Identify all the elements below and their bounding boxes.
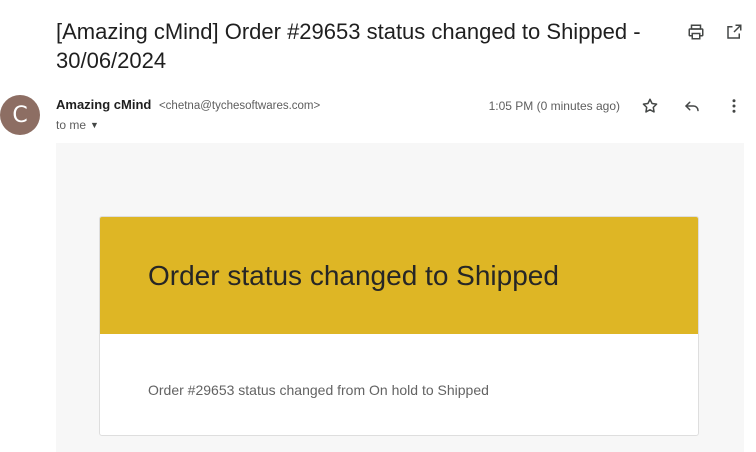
message-actions: 1:05 PM (0 minutes ago) (489, 96, 744, 116)
print-icon (688, 24, 704, 40)
more-options-button[interactable] (724, 96, 744, 116)
card-heading: Order status changed to Shipped (148, 259, 559, 291)
show-details-dropdown[interactable]: ▼ (90, 120, 99, 130)
email-view: [Amazing cMind] Order #29653 status chan… (0, 0, 756, 452)
avatar-letter: C (12, 102, 28, 128)
print-button[interactable] (686, 22, 706, 42)
recipient-label: to me (56, 118, 87, 132)
notification-card: Order status changed to Shipped Order #2… (99, 216, 699, 436)
sender-info: Amazing cMind <chetna@tychesoftwares.com… (56, 97, 320, 112)
chevron-down-icon: ▼ (90, 120, 99, 130)
reply-icon (685, 101, 699, 112)
star-icon (642, 98, 658, 113)
reply-button[interactable] (682, 96, 702, 116)
star-button[interactable] (640, 96, 660, 116)
card-header: Order status changed to Shipped (100, 217, 698, 334)
card-content: Order #29653 status changed from On hold… (100, 334, 698, 398)
sender-avatar[interactable]: C (0, 95, 40, 135)
open-in-new-window-icon (727, 24, 742, 39)
email-body: Order status changed to Shipped Order #2… (56, 143, 744, 452)
sender-email: <chetna@tychesoftwares.com> (158, 100, 321, 112)
subject-actions (686, 22, 744, 42)
email-subject: [Amazing cMind] Order #29653 status chan… (56, 19, 641, 73)
sender-name[interactable]: Amazing cMind (56, 97, 151, 112)
message-time: 1:05 PM (0 minutes ago) (488, 99, 620, 113)
open-in-new-window-button[interactable] (724, 22, 744, 42)
status-message: Order #29653 status changed from On hold… (148, 382, 489, 398)
more-vert-icon (732, 99, 736, 113)
recipient-line: to me ▼ (56, 118, 99, 132)
